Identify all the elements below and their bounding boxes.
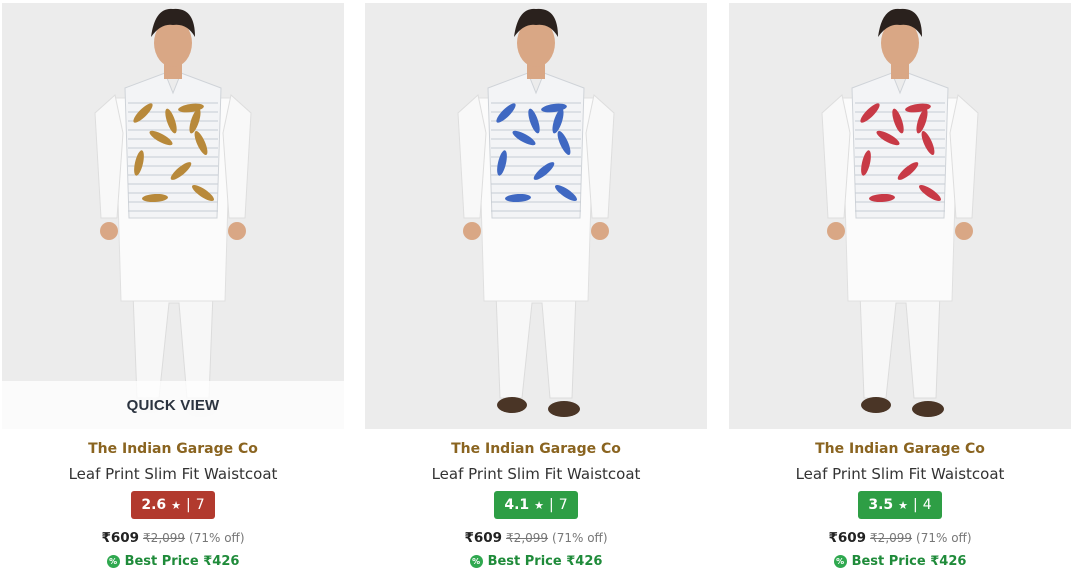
product-title[interactable]: Leaf Print Slim Fit Waistcoat	[365, 464, 707, 484]
rating-separator: |	[913, 497, 918, 513]
product-title[interactable]: Leaf Print Slim Fit Waistcoat	[729, 464, 1071, 484]
rating-value: 3.5	[868, 497, 894, 513]
star-icon: ★	[898, 498, 909, 512]
discount-tag-icon: %	[833, 555, 847, 568]
product-card[interactable]: The Indian Garage Co Leaf Print Slim Fit…	[365, 0, 707, 574]
discount-label: (71% off)	[552, 531, 608, 545]
model-in-waistcoat-image	[457, 8, 615, 417]
discount-tag-icon: %	[106, 555, 120, 568]
product-info: The Indian Garage Co Leaf Print Slim Fit…	[2, 429, 344, 569]
rating-badge: 3.5 ★ | 4	[858, 491, 942, 519]
product-image[interactable]	[365, 3, 707, 429]
star-icon: ★	[171, 498, 182, 512]
best-price-label: Best Price ₹426	[124, 554, 240, 569]
brand-name[interactable]: The Indian Garage Co	[365, 440, 707, 458]
product-card[interactable]: The Indian Garage Co Leaf Print Slim Fit…	[729, 0, 1071, 574]
product-image[interactable]	[729, 3, 1071, 429]
best-price-label: Best Price ₹426	[851, 554, 967, 569]
selling-price: ₹609	[101, 530, 140, 546]
original-price: ₹2,099	[143, 531, 186, 545]
best-price-row: % Best Price ₹426	[2, 554, 344, 569]
rating-count: 4	[922, 497, 932, 513]
quick-view-button[interactable]: QUICK VIEW	[2, 381, 344, 429]
rating-count: 7	[195, 497, 205, 513]
rating-value: 2.6	[141, 497, 167, 513]
product-info: The Indian Garage Co Leaf Print Slim Fit…	[729, 429, 1071, 569]
brand-name[interactable]: The Indian Garage Co	[729, 440, 1071, 458]
price-row: ₹609 ₹2,099 (71% off)	[729, 529, 1071, 547]
product-info: The Indian Garage Co Leaf Print Slim Fit…	[365, 429, 707, 569]
discount-tag-icon: %	[469, 555, 483, 568]
selling-price: ₹609	[828, 530, 867, 546]
model-in-waistcoat-image	[821, 8, 979, 417]
best-price-row: % Best Price ₹426	[365, 554, 707, 569]
star-icon: ★	[534, 498, 545, 512]
rating-count: 7	[558, 497, 568, 513]
rating-badge: 4.1 ★ | 7	[494, 491, 578, 519]
product-card[interactable]: QUICK VIEW The Indian Garage Co Leaf Pri…	[2, 0, 344, 574]
brand-name[interactable]: The Indian Garage Co	[2, 440, 344, 458]
discount-label: (71% off)	[916, 531, 972, 545]
model-in-waistcoat-image	[94, 8, 252, 417]
selling-price: ₹609	[464, 530, 503, 546]
discount-label: (71% off)	[189, 531, 245, 545]
rating-value: 4.1	[504, 497, 530, 513]
original-price: ₹2,099	[506, 531, 549, 545]
rating-separator: |	[186, 497, 191, 513]
rating-separator: |	[549, 497, 554, 513]
best-price-row: % Best Price ₹426	[729, 554, 1071, 569]
rating-badge: 2.6 ★ | 7	[131, 491, 215, 519]
best-price-label: Best Price ₹426	[487, 554, 603, 569]
price-row: ₹609 ₹2,099 (71% off)	[365, 529, 707, 547]
product-title[interactable]: Leaf Print Slim Fit Waistcoat	[2, 464, 344, 484]
original-price: ₹2,099	[870, 531, 913, 545]
product-image[interactable]: QUICK VIEW	[2, 3, 344, 429]
product-grid: QUICK VIEW The Indian Garage Co Leaf Pri…	[0, 0, 1075, 574]
price-row: ₹609 ₹2,099 (71% off)	[2, 529, 344, 547]
